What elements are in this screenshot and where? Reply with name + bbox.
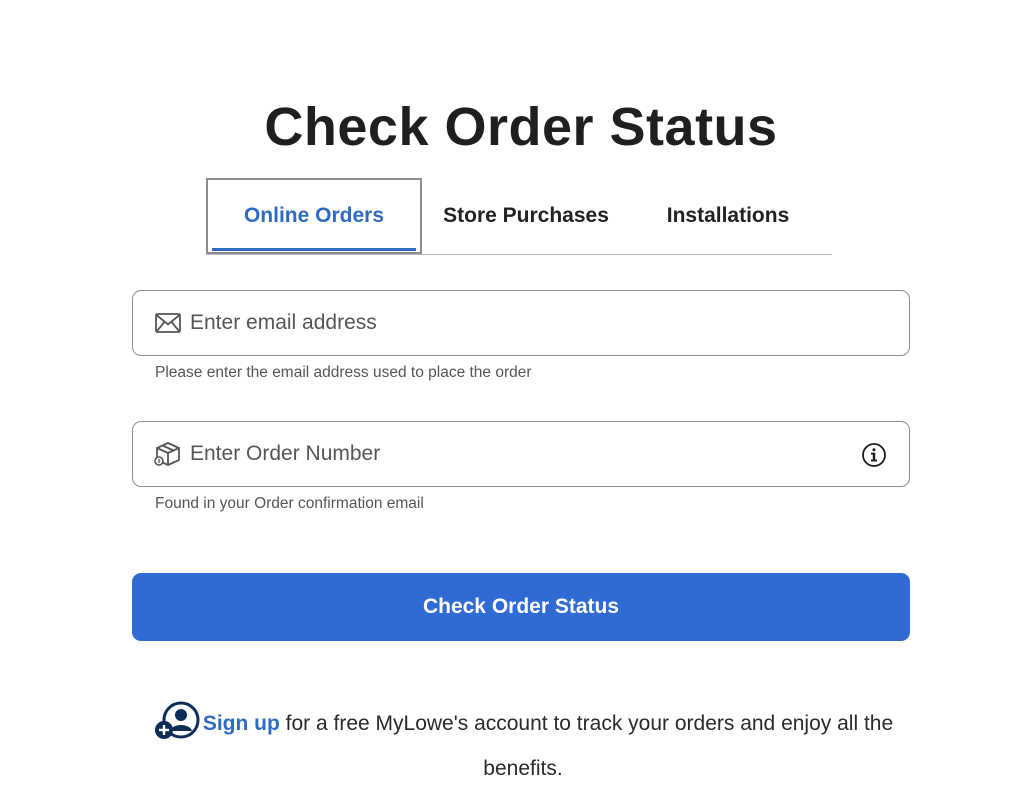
order-number-helper-text: Found in your Order confirmation email [155, 495, 424, 512]
check-order-status-button[interactable]: Check Order Status [132, 573, 910, 641]
package-icon [154, 440, 182, 468]
signup-prompt: Sign up for a free MyLowe's account to t… [132, 700, 914, 791]
page-title: Check Order Status [264, 97, 778, 157]
tab-online-orders[interactable]: Online Orders [206, 178, 422, 254]
order-number-field[interactable] [132, 421, 910, 487]
email-input[interactable] [190, 291, 909, 355]
tab-installations[interactable]: Installations [638, 178, 818, 254]
order-type-tabs: Online Orders Store Purchases Installati… [206, 178, 832, 255]
signup-link[interactable]: Sign up [203, 712, 280, 735]
tab-store-purchases[interactable]: Store Purchases [428, 178, 624, 254]
email-field[interactable] [132, 290, 910, 356]
tab-label: Installations [666, 204, 790, 227]
active-tab-indicator [212, 248, 416, 251]
order-number-input[interactable] [190, 422, 861, 486]
add-user-icon [153, 700, 201, 740]
info-icon[interactable] [861, 442, 889, 470]
email-helper-text: Please enter the email address used to p… [155, 364, 532, 381]
envelope-icon [154, 309, 182, 337]
tab-label: Online Orders [243, 204, 385, 227]
tab-label: Store Purchases [443, 204, 609, 227]
signup-text: for a free MyLowe's account to track you… [279, 712, 894, 780]
